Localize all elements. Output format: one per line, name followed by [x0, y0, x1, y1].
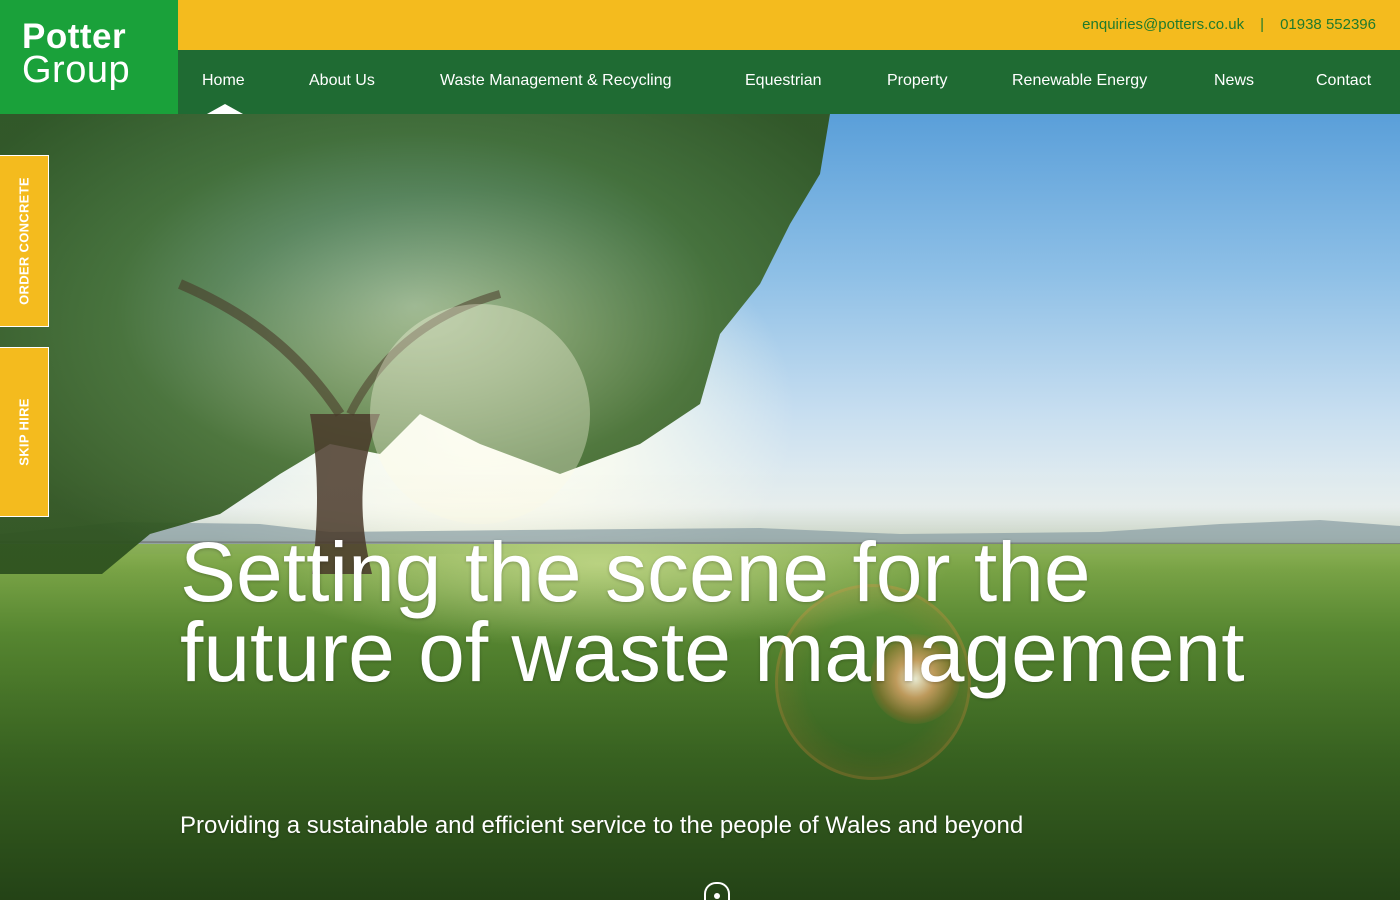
page: Potter Group enquiries@potters.co.uk | 0…	[0, 0, 1400, 900]
nav-item-equestrian[interactable]: Equestrian	[745, 72, 822, 90]
nav-item-contact[interactable]: Contact	[1316, 72, 1371, 90]
order-concrete-tab[interactable]: ORDER CONCRETE	[0, 155, 49, 327]
skip-hire-label: SKIP HIRE	[16, 398, 32, 466]
logo-text-group: Group	[22, 49, 131, 91]
order-concrete-label: ORDER CONCRETE	[16, 177, 32, 305]
hero-background-image	[0, 114, 1400, 900]
nav-list: Home About Us Waste Management & Recycli…	[178, 50, 1400, 114]
nav-item-property[interactable]: Property	[887, 72, 947, 90]
active-nav-caret-icon	[207, 104, 243, 114]
mouse-scroll-icon[interactable]	[704, 882, 730, 900]
nav-item-about-us[interactable]: About Us	[309, 72, 375, 90]
contact-separator: |	[1260, 16, 1265, 33]
email-link[interactable]: enquiries@potters.co.uk	[1082, 16, 1244, 33]
hero-shade-overlay	[0, 114, 1400, 900]
scroll-dot	[714, 893, 720, 899]
main-navigation: Home About Us Waste Management & Recycli…	[178, 50, 1400, 114]
nav-item-waste-management[interactable]: Waste Management & Recycling	[440, 72, 672, 90]
hero-title: Setting the scene for the future of wast…	[180, 525, 1245, 699]
skip-hire-tab[interactable]: SKIP HIRE	[0, 347, 49, 517]
nav-item-home[interactable]: Home	[202, 72, 245, 90]
contact-info: enquiries@potters.co.uk | 01938 552396	[1082, 16, 1376, 33]
nav-item-news[interactable]: News	[1214, 72, 1254, 90]
logo[interactable]: Potter Group	[0, 0, 178, 114]
nav-item-renewable-energy[interactable]: Renewable Energy	[1012, 72, 1147, 90]
top-contact-bar: enquiries@potters.co.uk | 01938 552396	[178, 0, 1400, 50]
phone-link[interactable]: 01938 552396	[1280, 16, 1376, 33]
hero-subtitle: Providing a sustainable and efficient se…	[180, 812, 1024, 839]
